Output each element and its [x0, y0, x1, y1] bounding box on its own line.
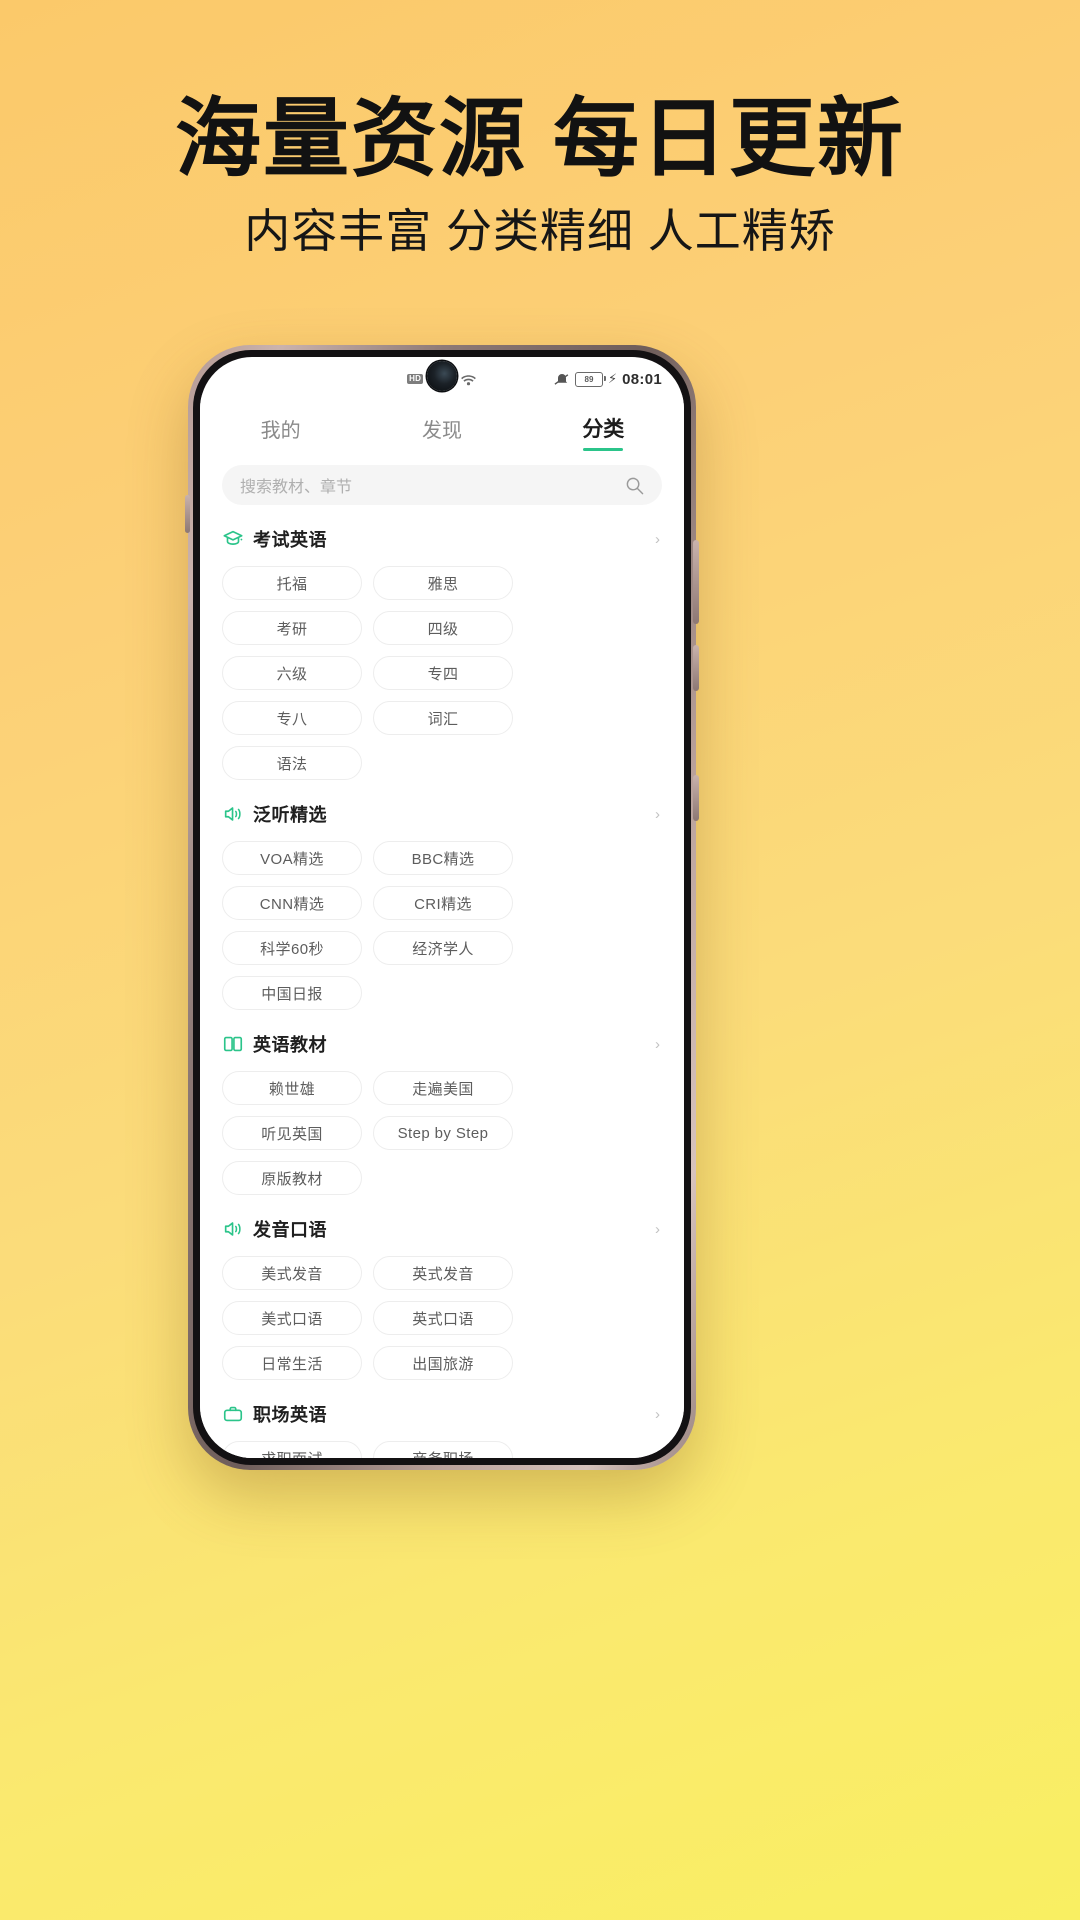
- chip-item[interactable]: VOA精选: [222, 841, 362, 875]
- battery-icon: 89: [575, 371, 606, 387]
- chip-item[interactable]: 经济学人: [373, 931, 513, 965]
- phone-left-button[interactable]: [185, 495, 190, 533]
- section-header[interactable]: 泛听精选 ›: [222, 800, 662, 828]
- promo-subtitle: 内容丰富 分类精细 人工精矫: [244, 205, 836, 257]
- chip-item[interactable]: 专八: [222, 701, 362, 735]
- phone-bezel: HD 4G 89: [193, 350, 691, 1465]
- section-pronunciation: 发音口语 › 美式发音 英式发音 美式口语 英式口语 日常生活 出国旅游: [222, 1215, 662, 1380]
- chip-item[interactable]: 四级: [373, 611, 513, 645]
- section-workplace-english: 职场英语 › 求职面试 商务职场 外贸英语 金融英语 法律英语 医学英语 工程机…: [222, 1400, 662, 1458]
- speaker-icon: [224, 1222, 241, 1236]
- phone-power-button[interactable]: [693, 645, 699, 691]
- phone-side-button[interactable]: [693, 775, 699, 821]
- chip-group: 托福 雅思 考研 四级 六级 专四 专八 词汇 语法: [222, 566, 662, 780]
- section-header[interactable]: 职场英语 ›: [222, 1400, 662, 1428]
- chip-group: 赖世雄 走遍美国 听见英国 Step by Step 原版教材: [222, 1071, 662, 1195]
- chip-item[interactable]: 英式口语: [373, 1301, 513, 1335]
- section-title: 泛听精选: [253, 805, 327, 825]
- chip-item[interactable]: 走遍美国: [373, 1071, 513, 1105]
- wifi-icon: [461, 374, 476, 385]
- chip-item[interactable]: 词汇: [373, 701, 513, 735]
- chip-item[interactable]: 六级: [222, 656, 362, 690]
- chip-item[interactable]: BBC精选: [373, 841, 513, 875]
- category-list-scroll[interactable]: 搜索教材、章节 考试英语 › 托福 雅思 考研 四级 六级 专四 专八 词汇 语…: [200, 451, 684, 1458]
- section-title: 职场英语: [253, 1405, 327, 1425]
- section-exam-english: 考试英语 › 托福 雅思 考研 四级 六级 专四 专八 词汇 语法: [222, 525, 662, 780]
- chip-item[interactable]: 语法: [222, 746, 362, 780]
- front-camera-punchhole: [427, 361, 457, 391]
- section-textbooks: 英语教材 › 赖世雄 走遍美国 听见英国 Step by Step 原版教材: [222, 1030, 662, 1195]
- speaker-icon: [224, 807, 241, 821]
- chip-item[interactable]: 英式发音: [373, 1256, 513, 1290]
- chevron-right-icon[interactable]: ›: [655, 806, 662, 823]
- phone-volume-button[interactable]: [693, 540, 699, 624]
- search-bar[interactable]: 搜索教材、章节: [222, 465, 662, 505]
- chip-item[interactable]: 求职面试: [222, 1441, 362, 1458]
- chip-item[interactable]: 日常生活: [222, 1346, 362, 1380]
- chip-item[interactable]: 美式口语: [222, 1301, 362, 1335]
- chip-item[interactable]: 科学60秒: [222, 931, 362, 965]
- chevron-right-icon[interactable]: ›: [655, 531, 662, 548]
- chip-group: VOA精选 BBC精选 CNN精选 CRI精选 科学60秒 经济学人 中国日报: [222, 841, 662, 1010]
- chip-item[interactable]: 听见英国: [222, 1116, 362, 1150]
- chip-item[interactable]: 中国日报: [222, 976, 362, 1010]
- mute-bell-icon: [554, 374, 569, 385]
- tab-mine[interactable]: 我的: [200, 414, 361, 451]
- chip-item[interactable]: Step by Step: [373, 1116, 513, 1150]
- chip-item[interactable]: CRI精选: [373, 886, 513, 920]
- section-header[interactable]: 英语教材 ›: [222, 1030, 662, 1058]
- chip-item[interactable]: 美式发音: [222, 1256, 362, 1290]
- chip-item[interactable]: 赖世雄: [222, 1071, 362, 1105]
- section-title: 英语教材: [253, 1035, 327, 1055]
- chip-item[interactable]: 原版教材: [222, 1161, 362, 1195]
- search-icon[interactable]: [625, 476, 644, 495]
- graduation-cap-icon: [223, 530, 243, 545]
- tab-discover[interactable]: 发现: [361, 414, 522, 451]
- chip-item[interactable]: 雅思: [373, 566, 513, 600]
- clock-label: 08:01: [622, 370, 663, 388]
- section-header[interactable]: 考试英语 ›: [222, 525, 662, 553]
- phone-mockup: HD 4G 89: [185, 345, 699, 1470]
- briefcase-icon: [223, 1406, 243, 1422]
- chip-item[interactable]: 专四: [373, 656, 513, 690]
- section-title: 发音口语: [253, 1220, 327, 1240]
- status-bar: HD 4G 89: [200, 357, 684, 395]
- chip-item[interactable]: 考研: [222, 611, 362, 645]
- section-title: 考试英语: [253, 530, 327, 550]
- chevron-right-icon[interactable]: ›: [655, 1221, 662, 1238]
- section-header[interactable]: 发音口语 ›: [222, 1215, 662, 1243]
- tab-categories[interactable]: 分类: [523, 413, 684, 451]
- hd-badge-icon: HD: [407, 374, 424, 384]
- charging-bolt-icon: ⚡: [608, 371, 618, 386]
- chevron-right-icon[interactable]: ›: [655, 1406, 662, 1423]
- promo-title: 海量资源 每日更新: [175, 91, 905, 187]
- open-book-icon: [223, 1036, 243, 1052]
- chevron-right-icon[interactable]: ›: [655, 1036, 662, 1053]
- chip-group: 求职面试 商务职场 外贸英语 金融英语 法律英语 医学英语 工程机械: [222, 1441, 662, 1458]
- chip-item[interactable]: CNN精选: [222, 886, 362, 920]
- chip-group: 美式发音 英式发音 美式口语 英式口语 日常生活 出国旅游: [222, 1256, 662, 1380]
- chip-item[interactable]: 出国旅游: [373, 1346, 513, 1380]
- phone-screen: HD 4G 89: [200, 357, 684, 1458]
- section-listening-picks: 泛听精选 › VOA精选 BBC精选 CNN精选 CRI精选 科学60秒 经济学…: [222, 800, 662, 1010]
- chip-item[interactable]: 托福: [222, 566, 362, 600]
- search-input[interactable]: 搜索教材、章节: [240, 473, 625, 497]
- promo-banner: 海量资源 每日更新 内容丰富 分类精细 人工精矫: [0, 0, 1080, 254]
- top-tab-bar: 我的 发现 分类: [200, 395, 684, 452]
- status-bar-right: 89 ⚡ 08:01: [477, 371, 662, 388]
- battery-level: 89: [584, 374, 594, 384]
- chip-item[interactable]: 商务职场: [373, 1441, 513, 1458]
